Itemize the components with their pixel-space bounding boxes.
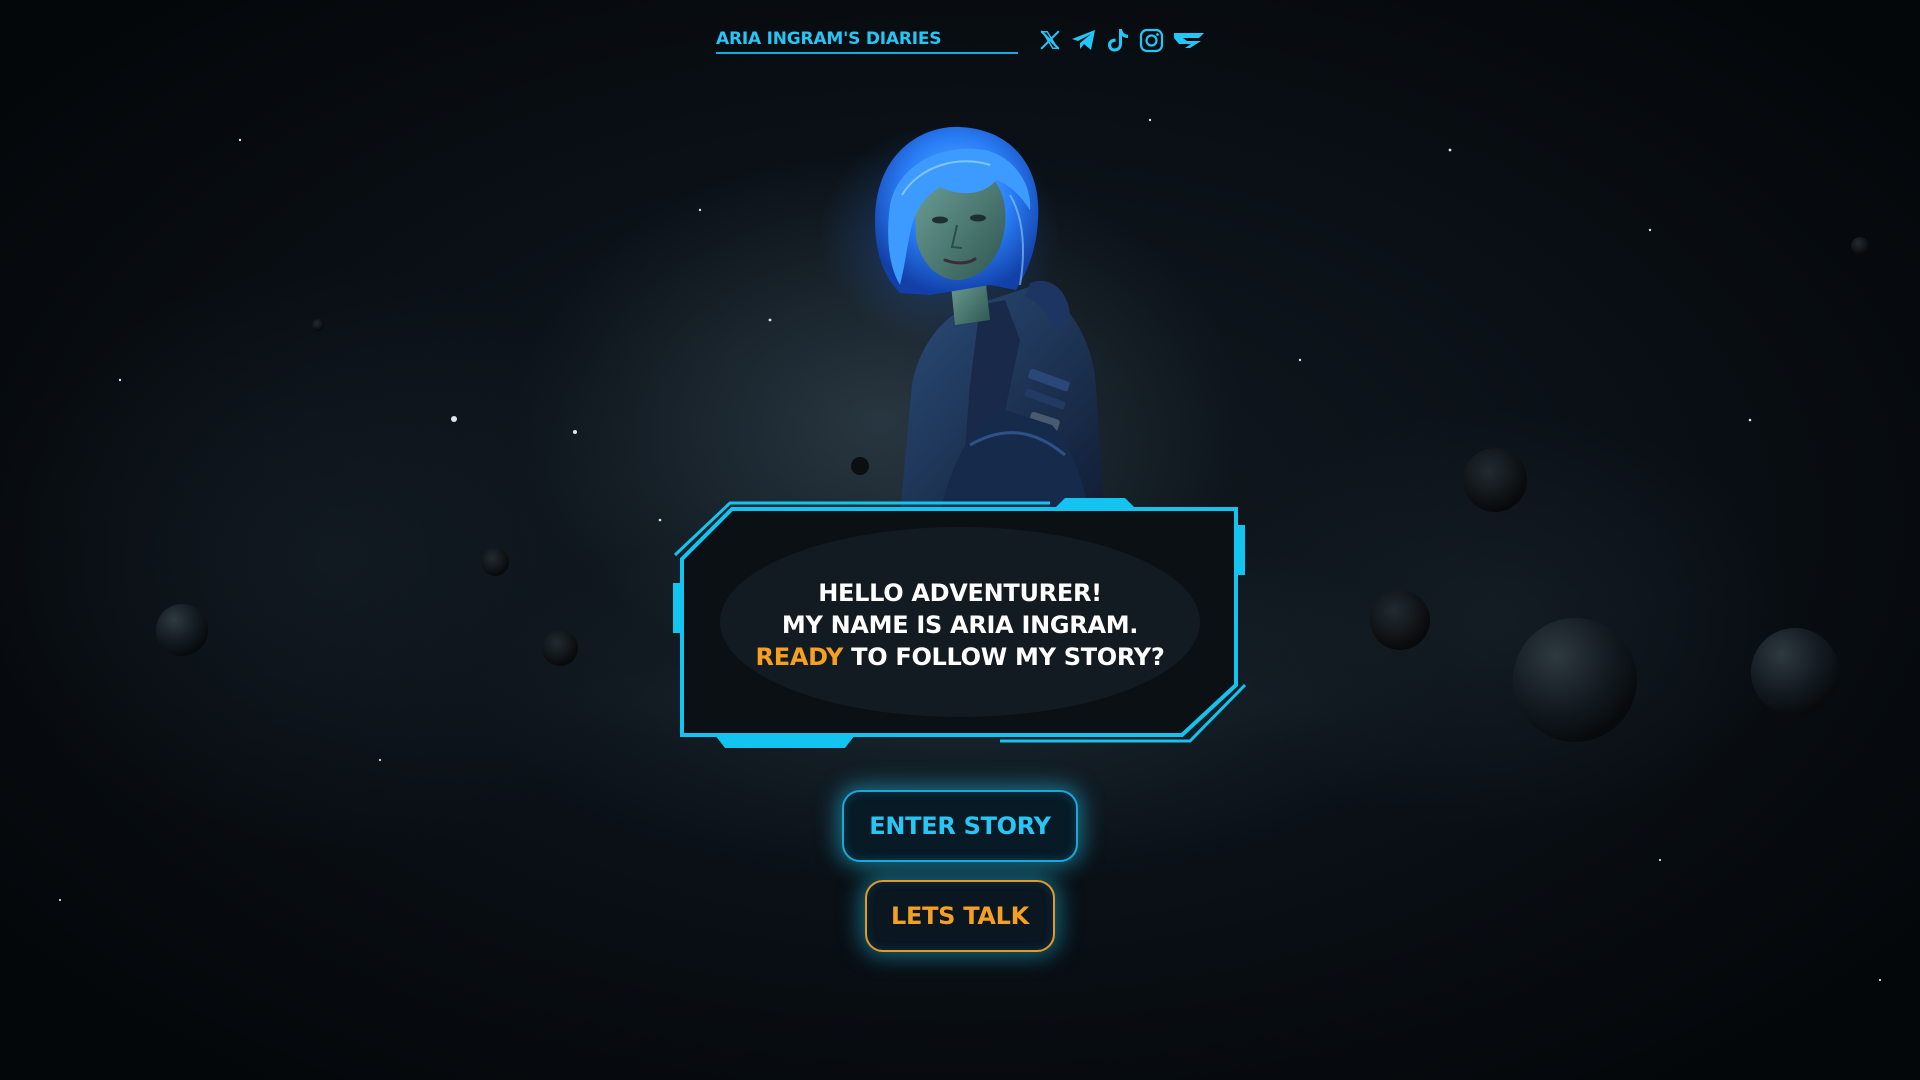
question-line: READY TO FOLLOW MY STORY? [670, 641, 1250, 673]
partner-logo-icon[interactable] [1172, 27, 1205, 54]
page-background: ARIA INGRAM'S DIARIES HELLO ADVENTURER! … [0, 0, 1920, 1080]
enter-story-button[interactable]: ENTER STORY [842, 790, 1078, 862]
social-links [1036, 27, 1205, 54]
telegram-icon[interactable] [1070, 27, 1097, 54]
intro-dialog: HELLO ADVENTURER! MY NAME IS ARIA INGRAM… [670, 495, 1250, 755]
intro-line: MY NAME IS ARIA INGRAM. [781, 611, 1139, 639]
greeting-line: HELLO ADVENTURER! [818, 579, 1102, 607]
site-title[interactable]: ARIA INGRAM'S DIARIES [716, 26, 1018, 54]
instagram-icon[interactable] [1138, 27, 1165, 54]
question-rest: TO FOLLOW MY STORY? [843, 643, 1165, 671]
lets-talk-button[interactable]: LETS TALK [865, 880, 1055, 952]
ready-highlight: READY [755, 643, 844, 671]
x-icon[interactable] [1036, 27, 1063, 54]
tiktok-icon[interactable] [1104, 27, 1131, 54]
top-bar: ARIA INGRAM'S DIARIES [716, 26, 1205, 54]
dialog-message: HELLO ADVENTURER! MY NAME IS ARIA INGRAM… [670, 577, 1250, 673]
character-portrait [820, 125, 1120, 515]
